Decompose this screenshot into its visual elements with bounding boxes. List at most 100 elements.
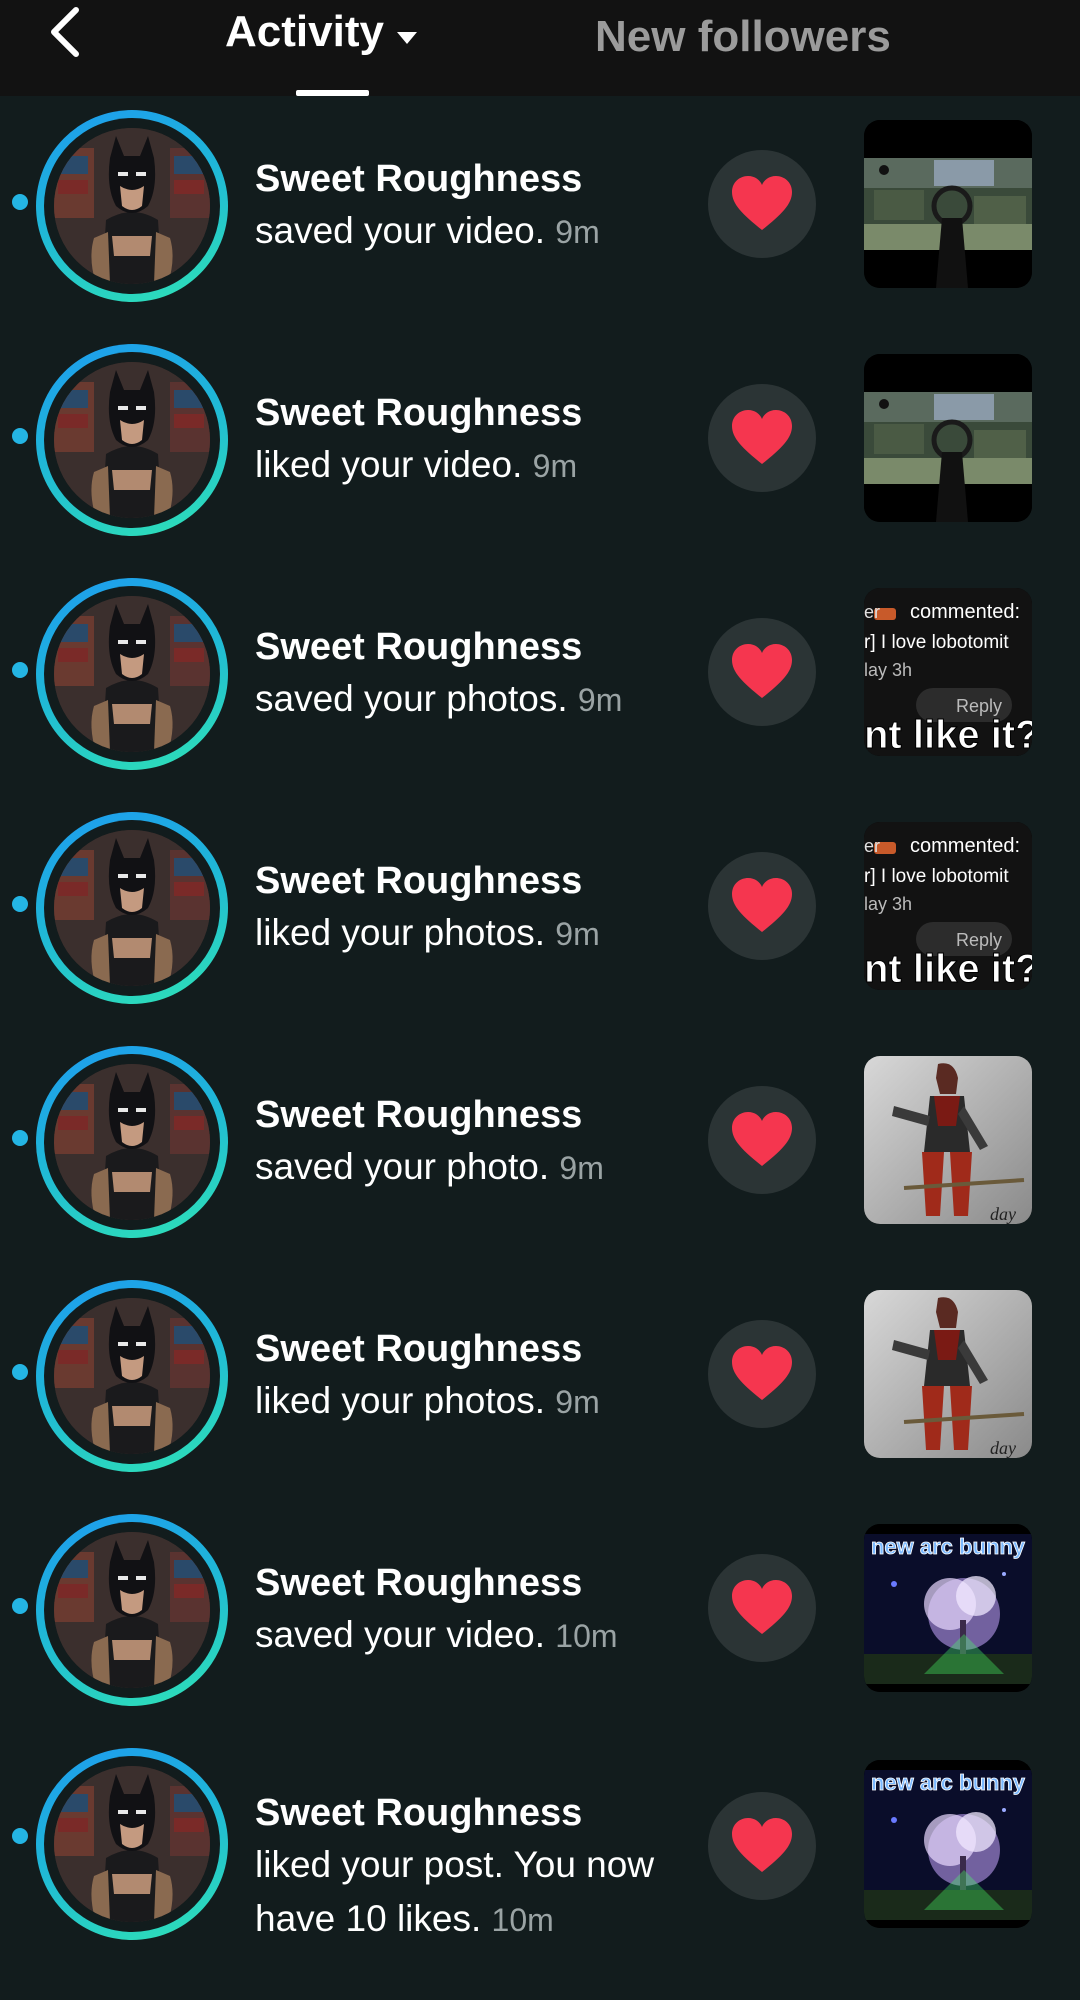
heart-icon <box>732 1818 792 1872</box>
timestamp: 9m <box>532 448 578 484</box>
username[interactable]: Sweet Roughness <box>255 1558 675 1608</box>
avatar[interactable] <box>36 1514 228 1706</box>
post-thumbnail[interactable]: er commented: r] I love lobotomit lay 3h… <box>864 588 1032 756</box>
thumb-comment-line2: r] I love lobotomit <box>864 866 1009 887</box>
avatar[interactable] <box>36 578 228 770</box>
username[interactable]: Sweet Roughness <box>255 388 675 438</box>
avatar[interactable] <box>36 344 228 536</box>
avatar-image <box>54 830 210 986</box>
avatar-ring-inner <box>44 1054 220 1230</box>
avatar-ring-inner <box>44 1288 220 1464</box>
notification-row[interactable]: Sweet Roughness saved your photo. 9m day <box>0 1032 1080 1266</box>
username[interactable]: Sweet Roughness <box>255 622 675 672</box>
like-button[interactable] <box>708 1554 816 1662</box>
svg-text:er: er <box>864 602 880 622</box>
post-thumbnail[interactable]: day <box>864 1056 1032 1224</box>
avatar-ring-inner <box>44 118 220 294</box>
notification-text: Sweet Roughness liked your video. 9m <box>255 388 675 493</box>
timestamp: 9m <box>559 1150 604 1186</box>
avatar-ring-inner <box>44 586 220 762</box>
notification-row[interactable]: Sweet Roughness liked your photos. 9m er … <box>0 798 1080 1032</box>
thumb-comment-line2: r] I love lobotomit <box>864 632 1009 653</box>
post-thumbnail[interactable] <box>864 120 1032 288</box>
thumb-tree-caption: new arc bunny <box>871 1770 1026 1795</box>
heart-icon <box>732 410 792 464</box>
post-thumbnail[interactable] <box>864 354 1032 522</box>
unread-dot <box>12 1828 28 1844</box>
notification-message: liked your video. 9m <box>255 438 675 493</box>
notification-row[interactable]: Sweet Roughness liked your video. 9m <box>0 330 1080 564</box>
svg-text:er: er <box>864 836 880 856</box>
thumb-comment-big: nt like it? <box>864 947 1032 990</box>
tab-activity[interactable]: Activity <box>225 4 418 60</box>
post-thumbnail[interactable]: new arc bunny <box>864 1524 1032 1692</box>
post-thumbnail[interactable]: er commented: r] I love lobotomit lay 3h… <box>864 822 1032 990</box>
thumb-tree-caption: new arc bunny <box>871 1534 1026 1559</box>
username[interactable]: Sweet Roughness <box>255 1788 675 1838</box>
timestamp: 9m <box>555 1384 600 1420</box>
notification-row[interactable]: Sweet Roughness liked your photos. 9m day <box>0 1266 1080 1500</box>
avatar-ring-inner <box>44 820 220 996</box>
like-button[interactable] <box>708 1792 816 1900</box>
heart-icon <box>732 878 792 932</box>
unread-dot <box>12 194 28 210</box>
notification-message: liked your photos. 9m <box>255 906 675 961</box>
notification-row[interactable]: Sweet Roughness liked your post. You now … <box>0 1734 1080 1968</box>
like-button[interactable] <box>708 150 816 258</box>
notification-text: Sweet Roughness saved your video. 9m <box>255 154 675 259</box>
notification-text: Sweet Roughness saved your video. 10m <box>255 1558 675 1663</box>
unread-dot <box>12 1130 28 1146</box>
timestamp: 9m <box>555 916 600 952</box>
avatar[interactable] <box>36 812 228 1004</box>
avatar-image <box>54 1532 210 1688</box>
notification-text: Sweet Roughness saved your photos. 9m <box>255 622 675 727</box>
notification-action: saved your video. <box>255 1614 546 1655</box>
avatar-image <box>54 1064 210 1220</box>
notification-text: Sweet Roughness liked your photos. 9m <box>255 856 675 961</box>
like-button[interactable] <box>708 618 816 726</box>
top-bar: Activity New followers <box>0 0 1080 96</box>
thumb-comment-big: nt like it? <box>864 713 1032 756</box>
avatar-ring-inner <box>44 352 220 528</box>
avatar-image <box>54 1298 210 1454</box>
tab-new-followers-label: New followers <box>595 12 891 61</box>
notification-action: liked your photos. <box>255 1380 546 1421</box>
notification-row[interactable]: Sweet Roughness saved your video. 10m new… <box>0 1500 1080 1734</box>
notification-action: saved your video. <box>255 210 546 251</box>
thumb-character-caption: day <box>990 1438 1016 1458</box>
notification-row[interactable]: Sweet Roughness saved your photos. 9m er … <box>0 564 1080 798</box>
timestamp: 10m <box>555 1618 618 1654</box>
notification-action: saved your photos. <box>255 678 568 719</box>
like-button[interactable] <box>708 1086 816 1194</box>
username[interactable]: Sweet Roughness <box>255 1090 675 1140</box>
post-thumbnail[interactable]: day <box>864 1290 1032 1458</box>
notification-action: saved your photo. <box>255 1146 550 1187</box>
avatar[interactable] <box>36 1046 228 1238</box>
back-button[interactable] <box>38 2 98 62</box>
notification-row[interactable]: Sweet Roughness saved your video. 9m <box>0 96 1080 330</box>
notification-message: saved your photos. 9m <box>255 672 675 727</box>
avatar[interactable] <box>36 1280 228 1472</box>
heart-icon <box>732 1580 792 1634</box>
tab-new-followers[interactable]: New followers <box>595 4 891 70</box>
unread-dot <box>12 428 28 444</box>
avatar[interactable] <box>36 1748 228 1940</box>
username[interactable]: Sweet Roughness <box>255 1324 675 1374</box>
post-thumbnail[interactable]: new arc bunny <box>864 1760 1032 1928</box>
notification-message: liked your photos. 9m <box>255 1374 675 1429</box>
tab-activity-label: Activity <box>225 7 384 56</box>
heart-icon <box>732 176 792 230</box>
avatar[interactable] <box>36 110 228 302</box>
notification-message: saved your photo. 9m <box>255 1140 675 1195</box>
notification-text: Sweet Roughness saved your photo. 9m <box>255 1090 675 1195</box>
thumb-comment-line3: lay 3h <box>864 660 912 680</box>
notification-action: liked your video. <box>255 444 523 485</box>
username[interactable]: Sweet Roughness <box>255 856 675 906</box>
like-button[interactable] <box>708 384 816 492</box>
username[interactable]: Sweet Roughness <box>255 154 675 204</box>
notification-action: liked your photos. <box>255 912 546 953</box>
like-button[interactable] <box>708 1320 816 1428</box>
like-button[interactable] <box>708 852 816 960</box>
chevron-left-icon <box>51 7 79 57</box>
thumb-comment-line1: commented: <box>910 835 1020 857</box>
